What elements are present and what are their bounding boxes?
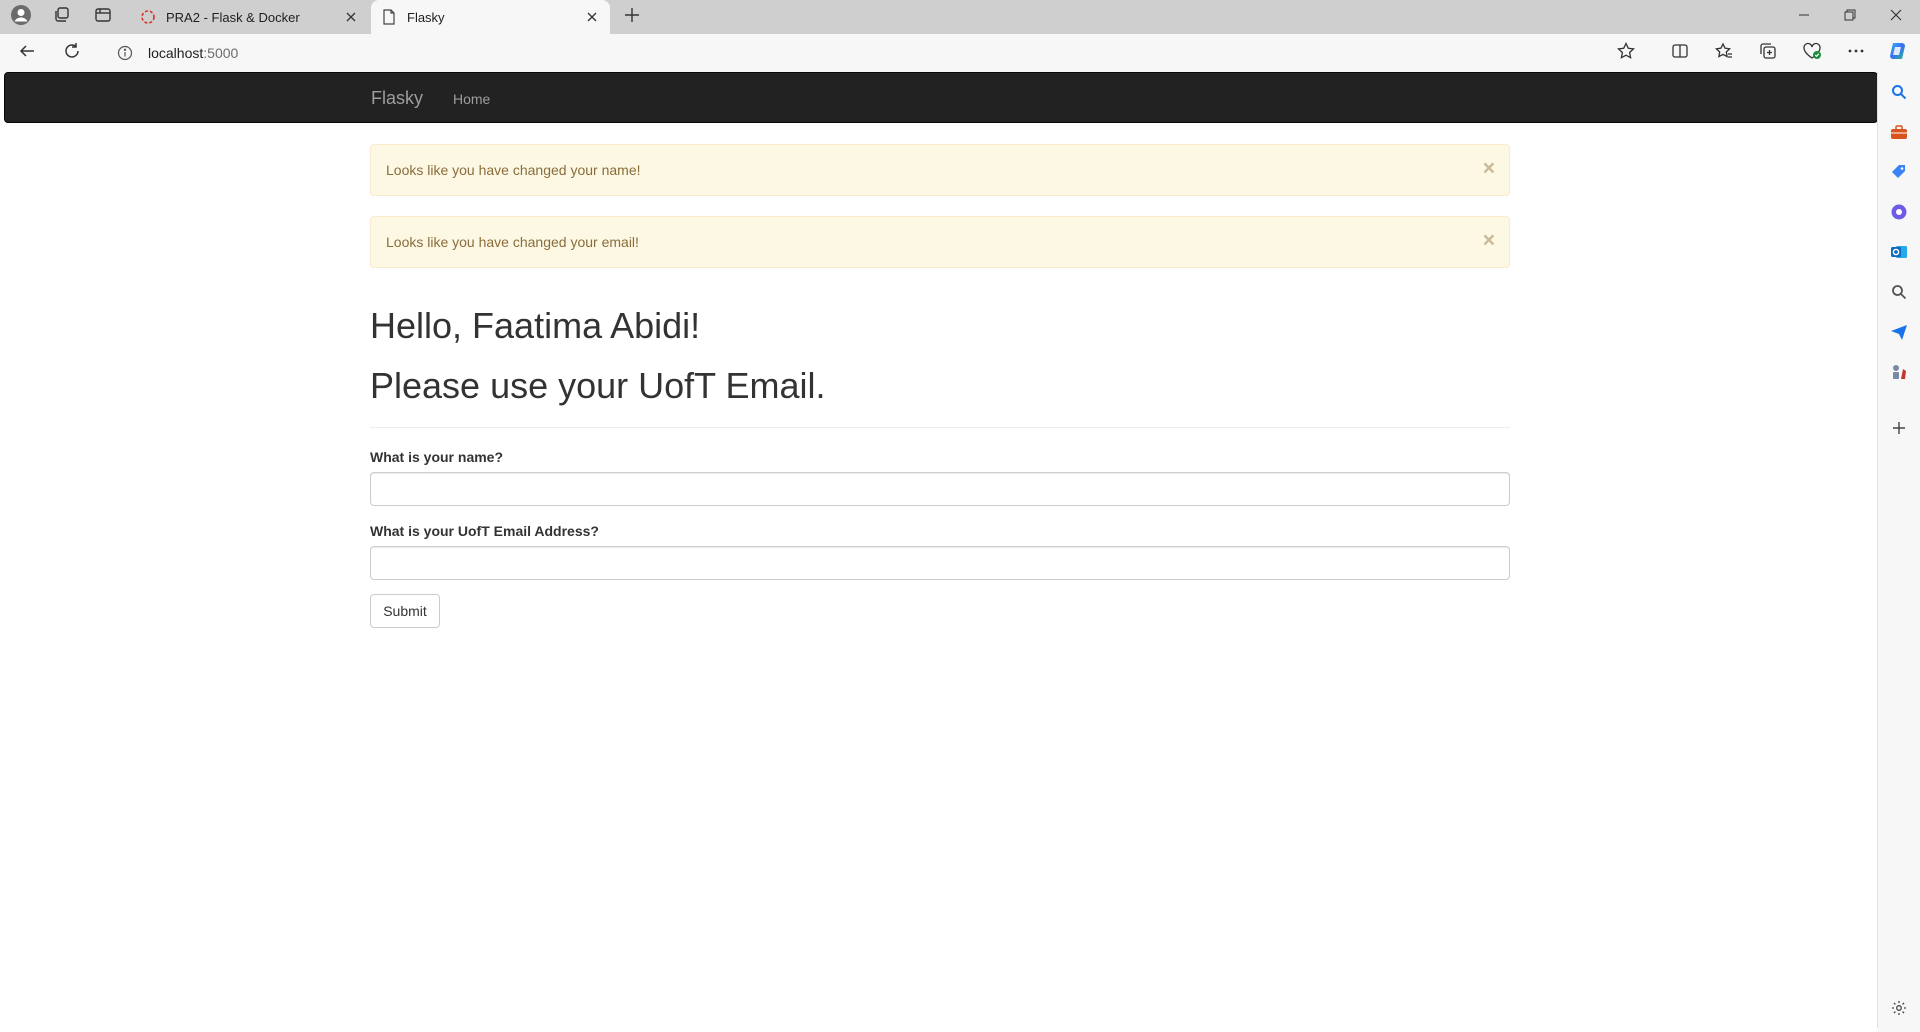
collections-button[interactable] <box>1753 39 1783 67</box>
sidebar-search2-button[interactable] <box>1887 282 1911 306</box>
page-icon <box>381 9 397 25</box>
tab-flasky[interactable]: Flasky <box>371 0 610 34</box>
tab-pra2[interactable]: PRA2 - Flask & Docker <box>130 0 369 34</box>
address-bar[interactable]: localhost:5000 <box>100 39 1652 67</box>
email-notice-heading: Please use your UofT Email. <box>370 365 826 406</box>
favorites-icon <box>1714 41 1733 65</box>
sidebar-office-button[interactable] <box>1887 202 1911 226</box>
plus-icon <box>1892 421 1906 440</box>
restore-icon <box>1844 8 1856 26</box>
restore-button[interactable] <box>1827 0 1873 34</box>
url-text: localhost:5000 <box>148 45 238 61</box>
alert-close-button[interactable]: × <box>1483 158 1495 179</box>
vertical-tabs-button[interactable] <box>90 4 116 30</box>
name-label: What is your name? <box>370 449 504 465</box>
page-viewport: Flasky Home Looks like you have changed … <box>4 72 1878 1028</box>
new-tab-button[interactable] <box>619 4 645 30</box>
alert-message: Looks like you have changed your email! <box>386 234 639 250</box>
favorites-button[interactable] <box>1709 39 1739 67</box>
flash-alert-name: Looks like you have changed your name! × <box>370 144 1510 196</box>
gear-icon <box>1891 1000 1907 1021</box>
email-label: What is your UofT Email Address? <box>370 523 599 539</box>
close-icon <box>1890 8 1902 26</box>
shopping-tag-icon <box>1890 163 1908 186</box>
back-button[interactable] <box>12 39 42 67</box>
navbar-brand[interactable]: Flasky <box>371 88 423 109</box>
minimize-icon <box>1798 8 1810 26</box>
more-icon <box>1847 42 1865 65</box>
browser-essentials-button[interactable] <box>1797 39 1827 67</box>
email-input[interactable] <box>370 546 1510 580</box>
minimize-button[interactable] <box>1781 0 1827 34</box>
sidebar-add-button[interactable] <box>1887 418 1911 442</box>
header-divider <box>370 427 1510 428</box>
settings-more-button[interactable] <box>1841 39 1871 67</box>
sidebar-settings-button[interactable] <box>1887 998 1911 1022</box>
tab-actions-icon <box>94 6 112 29</box>
search-icon <box>1891 84 1907 105</box>
sidebar-games-button[interactable] <box>1887 362 1911 386</box>
site-info-icon[interactable] <box>116 44 134 62</box>
copilot-button[interactable] <box>1884 40 1912 66</box>
flash-alert-email: Looks like you have changed your email! … <box>370 216 1510 268</box>
office-icon <box>1890 203 1908 226</box>
tab-title: PRA2 - Flask & Docker <box>166 9 300 25</box>
split-screen-icon <box>1671 42 1689 65</box>
copilot-icon <box>1887 40 1909 67</box>
tab-strip: PRA2 - Flask & Docker Flasky <box>0 0 1920 34</box>
sidebar-outlook-button[interactable] <box>1887 242 1911 266</box>
edge-sidebar <box>1878 72 1920 1032</box>
star-icon <box>1617 41 1635 65</box>
heart-pulse-icon <box>1802 42 1822 65</box>
browser-toolbar: localhost:5000 <box>0 34 1920 72</box>
workspaces-button[interactable] <box>49 4 75 30</box>
toolbox-icon <box>1890 124 1908 145</box>
tab-title: Flasky <box>407 9 445 25</box>
url-port: :5000 <box>203 45 239 61</box>
close-tab-icon[interactable] <box>582 7 602 27</box>
refresh-button[interactable] <box>57 39 87 67</box>
greeting-heading: Hello, Faatima Abidi! <box>370 305 701 346</box>
sidebar-shopping-button[interactable] <box>1887 162 1911 186</box>
outlook-icon <box>1890 243 1908 266</box>
close-tab-icon[interactable] <box>341 7 361 27</box>
submit-button[interactable]: Submit <box>370 594 440 628</box>
back-arrow-icon <box>18 42 36 65</box>
profile-button[interactable] <box>8 4 34 30</box>
favorite-star-button[interactable] <box>1611 39 1641 67</box>
loading-spinner-icon <box>140 9 156 25</box>
refresh-icon <box>63 42 81 65</box>
close-window-button[interactable] <box>1873 0 1919 34</box>
sidebar-tools-button[interactable] <box>1887 122 1911 146</box>
url-host: localhost <box>148 45 204 61</box>
alert-close-button[interactable]: × <box>1483 230 1495 251</box>
name-input[interactable] <box>370 472 1510 506</box>
alert-message: Looks like you have changed your name! <box>386 162 641 178</box>
paper-plane-icon <box>1890 323 1908 346</box>
profile-icon <box>10 4 32 31</box>
sidebar-search-button[interactable] <box>1887 82 1911 106</box>
workspaces-icon <box>53 6 71 29</box>
plus-icon <box>624 7 640 28</box>
sidebar-send-button[interactable] <box>1887 322 1911 346</box>
collections-icon <box>1759 42 1777 65</box>
magnifier-icon <box>1891 284 1907 305</box>
chess-piece-icon <box>1890 363 1908 386</box>
split-screen-button[interactable] <box>1665 39 1695 67</box>
site-navbar: Flasky Home <box>4 72 1877 123</box>
nav-link-home[interactable]: Home <box>453 91 490 107</box>
